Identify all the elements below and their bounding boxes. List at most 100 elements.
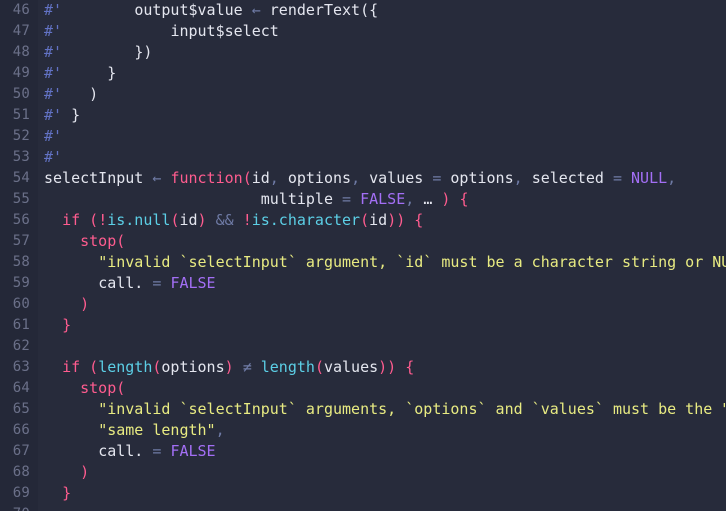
- code-line[interactable]: 65 "invalid `selectInput` arguments, `op…: [0, 399, 726, 420]
- line-text[interactable]: call. = FALSE: [44, 273, 215, 294]
- line-text[interactable]: if (length(options) ≠ length(values)) {: [44, 357, 414, 378]
- code-line[interactable]: 54 selectInput ← function(id, options, va…: [0, 168, 726, 189]
- line-text[interactable]: ): [44, 462, 89, 483]
- code-line[interactable]: 61 }: [0, 315, 726, 336]
- code-line[interactable]: 46 #' output$value ← renderText({: [0, 0, 726, 21]
- code-line[interactable]: 48 #' }): [0, 42, 726, 63]
- line-text[interactable]: #' }: [44, 105, 80, 126]
- code-line[interactable]: 58 "invalid `selectInput` argument, `id`…: [0, 252, 726, 273]
- line-number: 59: [12, 275, 30, 291]
- code-token: {: [414, 211, 424, 229]
- line-number: 68: [12, 464, 30, 480]
- line-text[interactable]: #': [44, 126, 62, 147]
- line-number: 65: [12, 401, 30, 417]
- line-text[interactable]: selectInput ← function(id, options, valu…: [44, 168, 676, 189]
- line-number: 62: [12, 338, 30, 354]
- code-line[interactable]: 57 stop(: [0, 231, 726, 252]
- code-token: values: [323, 358, 379, 376]
- code-line[interactable]: 63 if (length(options) ≠ length(values))…: [0, 357, 726, 378]
- code-token: call.: [98, 274, 144, 292]
- line-number: 57: [12, 233, 30, 249]
- code-token: …: [423, 190, 433, 208]
- line-text[interactable]: multiple = FALSE, … ) {: [44, 189, 469, 210]
- code-line[interactable]: 64 stop(: [0, 378, 726, 399]
- line-text[interactable]: stop(: [44, 378, 125, 399]
- line-number: 46: [12, 2, 30, 18]
- code-line[interactable]: 50 #' ): [0, 84, 726, 105]
- line-number: 50: [12, 86, 30, 102]
- line-text[interactable]: if (!is.null(id) && !is.character(id)) {: [44, 210, 423, 231]
- code-token: #': [44, 43, 63, 61]
- code-token: "same length": [98, 421, 216, 439]
- code-token: }): [134, 43, 153, 61]
- code-token: ): [80, 295, 90, 313]
- code-line[interactable]: 52 #': [0, 126, 726, 147]
- code-token: function: [170, 169, 243, 187]
- code-token: stop: [80, 379, 117, 397]
- line-text[interactable]: "invalid `selectInput` argument, `id` mu…: [44, 252, 726, 273]
- code-token: ): [224, 358, 234, 376]
- code-token: is.character: [251, 211, 361, 229]
- code-content-area[interactable]: 46 #' output$value ← renderText({47 #' inp…: [0, 0, 726, 511]
- code-token: ≠: [242, 358, 252, 376]
- code-token: length: [98, 358, 153, 376]
- code-token: ,: [405, 190, 415, 208]
- line-text[interactable]: "invalid `selectInput` arguments, `optio…: [44, 399, 726, 420]
- code-token: (: [89, 358, 99, 376]
- code-line[interactable]: 69 }: [0, 483, 726, 504]
- code-token: !: [242, 211, 252, 229]
- code-token: =: [612, 169, 622, 187]
- line-text[interactable]: #' ): [44, 84, 98, 105]
- code-token: }: [62, 316, 72, 334]
- code-token: if: [62, 358, 81, 376]
- code-token: FALSE: [360, 190, 406, 208]
- code-token: {: [405, 358, 415, 376]
- line-number: 55: [12, 191, 30, 207]
- code-line[interactable]: 68 ): [0, 462, 726, 483]
- line-text[interactable]: #': [44, 147, 62, 168]
- code-token: ,: [215, 421, 225, 439]
- code-token: id: [179, 211, 198, 229]
- code-editor[interactable]: 46 #' output$value ← renderText({47 #' inp…: [0, 0, 726, 511]
- code-token: (: [116, 232, 126, 250]
- line-text[interactable]: #' }: [44, 63, 116, 84]
- code-line[interactable]: 62: [0, 336, 726, 357]
- line-text[interactable]: stop(: [44, 231, 125, 252]
- line-text[interactable]: call. = FALSE: [44, 441, 216, 462]
- code-line[interactable]: 70: [0, 504, 726, 511]
- code-line[interactable]: 56 if (!is.null(id) && !is.character(id)…: [0, 210, 726, 231]
- code-token: FALSE: [170, 442, 216, 460]
- code-line[interactable]: 55 multiple = FALSE, … ) {: [0, 189, 726, 210]
- code-token: length: [260, 358, 315, 376]
- line-text[interactable]: }: [44, 483, 71, 504]
- line-text[interactable]: #' output$value ← renderText({: [44, 0, 378, 21]
- code-line[interactable]: 51 #' }: [0, 105, 726, 126]
- line-text[interactable]: "same length",: [44, 420, 225, 441]
- line-text[interactable]: }: [44, 315, 71, 336]
- code-token: options: [450, 169, 514, 187]
- code-line[interactable]: 53 #': [0, 147, 726, 168]
- code-line[interactable]: 60 ): [0, 294, 726, 315]
- line-text[interactable]: #' }): [44, 42, 152, 63]
- code-line[interactable]: 66 "same length",: [0, 420, 726, 441]
- line-number: 66: [12, 422, 30, 438]
- line-text[interactable]: #' input$select: [44, 21, 279, 42]
- code-line[interactable]: 59 call. = FALSE: [0, 273, 726, 294]
- line-text[interactable]: ): [44, 294, 89, 315]
- code-line[interactable]: 67 call. = FALSE: [0, 441, 726, 462]
- code-line[interactable]: 47 #' input$select: [0, 21, 726, 42]
- code-line[interactable]: 49 #' }: [0, 63, 726, 84]
